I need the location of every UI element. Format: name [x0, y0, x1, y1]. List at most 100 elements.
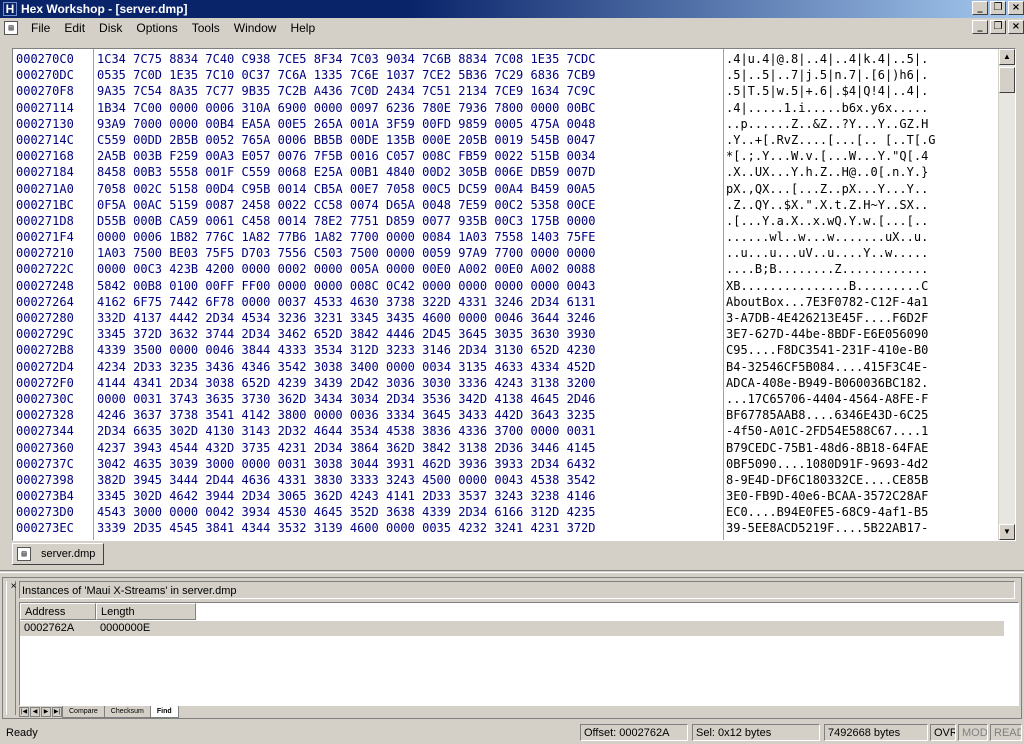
hex-row-bytes[interactable]: 8458 00B3 5558 001F C559 0068 E25A 00B1 … — [97, 164, 721, 180]
hex-row-ascii[interactable]: .4|u.4|@.8|..4|..4|k.4|..5|. — [726, 51, 996, 67]
results-title: Instances of 'Maui X-Streams' in server.… — [19, 581, 1015, 599]
hex-row-ascii[interactable]: 8-9E4D-DF6C180332CE....CE85B — [726, 472, 996, 488]
hex-row-bytes[interactable]: 1B34 7C00 0000 0006 310A 6900 0000 0097 … — [97, 100, 721, 116]
hex-row-ascii[interactable]: .X..UX...Y.h.Z..H@..0[.n.Y.} — [726, 164, 996, 180]
hex-row-ascii[interactable]: BF67785AAB8....6346E43D-6C25 — [726, 407, 996, 423]
hex-row-ascii[interactable]: B79CEDC-75B1-48d6-8B18-64FAE — [726, 440, 996, 456]
hex-row-bytes[interactable]: 4234 2D33 3235 3436 4346 3542 3038 3400 … — [97, 359, 721, 375]
hex-row-bytes[interactable]: 0000 0031 3743 3635 3730 362D 3434 3034 … — [97, 391, 721, 407]
restore-icon[interactable]: ❐ — [990, 1, 1006, 15]
hex-row-bytes[interactable]: 0000 0006 1B82 776C 1A82 77B6 1A82 7700 … — [97, 229, 721, 245]
hex-row-bytes[interactable]: 332D 4137 4442 2D34 4534 3236 3231 3345 … — [97, 310, 721, 326]
prev-tab-icon[interactable]: ◀ — [30, 707, 40, 717]
menu-file[interactable]: File — [24, 19, 57, 37]
hex-row-ascii[interactable]: XB...............B.........C — [726, 278, 996, 294]
hex-row-bytes[interactable]: 5842 00B8 0100 00FF FF00 0000 0000 008C … — [97, 278, 721, 294]
hex-row-ascii[interactable]: .5|T.5|w.5|+.6|.$4|Q!4|..4|. — [726, 83, 996, 99]
hex-editor[interactable]: 000270C0 000270DC 000270F8 00027114 00027130… — [12, 48, 1016, 541]
hex-row-bytes[interactable]: 1A03 7500 BE03 75F5 D703 7556 C503 7500 … — [97, 245, 721, 261]
scroll-thumb[interactable] — [999, 67, 1015, 93]
menu-tools[interactable]: Tools — [185, 19, 227, 37]
column-header-address[interactable]: Address — [20, 603, 96, 620]
menu-options[interactable]: Options — [129, 19, 184, 37]
hex-row-ascii[interactable]: ..p......Z..&Z..?Y...Y..GZ.H — [726, 116, 996, 132]
hex-row-ascii[interactable]: .5|..5|..7|j.5|n.7|.[6|)h6|. — [726, 67, 996, 83]
next-tab-icon[interactable]: ▶ — [41, 707, 51, 717]
hex-row-ascii[interactable]: ......wl..w...w.......uX..u. — [726, 229, 996, 245]
hex-row-bytes[interactable]: 382D 3945 3444 2D44 4636 4331 3830 3333 … — [97, 472, 721, 488]
doc-restore-icon[interactable]: ❐ — [990, 20, 1006, 34]
hex-row-ascii[interactable]: .4|.....1.i.....b6x.y6x..... — [726, 100, 996, 116]
hex-row-ascii[interactable]: -4f50-A01C-2FD54E588C67....1 — [726, 423, 996, 439]
scroll-down-icon[interactable]: ▼ — [999, 524, 1015, 540]
hex-row-ascii[interactable]: B4-32546CF5B084....415F3C4E- — [726, 359, 996, 375]
panel-grip[interactable]: × — [6, 581, 16, 715]
hex-row-bytes[interactable]: 2D34 6635 302D 4130 3143 2D32 4644 3534 … — [97, 423, 721, 439]
panel-close-icon[interactable]: × — [8, 582, 19, 593]
hex-row-ascii[interactable]: 0BF5090....1080D91F-9693-4d2 — [726, 456, 996, 472]
hex-row-ascii[interactable]: *[.;.Y...W.v.[...W...Y."Q[.4 — [726, 148, 996, 164]
hex-row-bytes[interactable]: 0535 7C0D 1E35 7C10 0C37 7C6A 1335 7C6E … — [97, 67, 721, 83]
hex-row-bytes[interactable]: 3339 2D35 4545 3841 4344 3532 3139 4600 … — [97, 520, 721, 536]
hex-row-ascii[interactable]: C95....F8DC3541-231F-410e-B0 — [726, 342, 996, 358]
title-bar: H Hex Workshop - [server.dmp] _ ❐ × — [0, 0, 1024, 18]
hex-row-bytes[interactable]: 3345 372D 3632 3744 2D34 3462 652D 3842 … — [97, 326, 721, 342]
hex-row-ascii[interactable]: 3E7-627D-44be-8BDF-E6E056090 — [726, 326, 996, 342]
result-row[interactable]: 0002762A 0000000E — [20, 621, 1004, 636]
vertical-scrollbar[interactable]: ▲ ▼ — [998, 49, 1015, 540]
document-icon[interactable]: ▤ — [4, 21, 18, 35]
minimize-icon[interactable]: _ — [972, 1, 988, 15]
ascii-column[interactable]: .4|u.4|@.8|..4|..4|k.4|..5|. .5|..5|..7|j… — [726, 51, 996, 537]
scroll-up-icon[interactable]: ▲ — [999, 49, 1015, 65]
close-icon[interactable]: × — [1008, 1, 1024, 15]
hex-row-ascii[interactable]: pX.,QX...[...Z..pX...Y...Y.. — [726, 181, 996, 197]
hex-row-ascii[interactable]: .Z..QY..$X.".X.t.Z.H~Y..SX.. — [726, 197, 996, 213]
hex-row-bytes[interactable]: 1C34 7C75 8834 7C40 C938 7CE5 8F34 7C03 … — [97, 51, 721, 67]
hex-row-ascii[interactable]: AboutBox...7E3F0782-C12F-4a1 — [726, 294, 996, 310]
hex-row-bytes[interactable]: 0000 00C3 423B 4200 0000 0002 0000 005A … — [97, 261, 721, 277]
hex-row-bytes[interactable]: 0F5A 00AC 5159 0087 2458 0022 CC58 0074 … — [97, 197, 721, 213]
hex-row-bytes[interactable]: 7058 002C 5158 00D4 C95B 0014 CB5A 00E7 … — [97, 181, 721, 197]
hex-row-bytes[interactable]: 4237 3943 4544 432D 3735 4231 2D34 3864 … — [97, 440, 721, 456]
hex-row-ascii[interactable]: EC0....B94E0FE5-68C9-4af1-B5 — [726, 504, 996, 520]
hex-row-ascii[interactable]: ....B;B........Z............ — [726, 261, 996, 277]
hex-row-bytes[interactable]: 93A9 7000 0000 00B4 EA5A 00E5 265A 001A … — [97, 116, 721, 132]
document-tab-server-dmp[interactable]: ▤ server.dmp — [12, 543, 104, 565]
menu-help[interactable]: Help — [283, 19, 322, 37]
last-tab-icon[interactable]: ▶| — [52, 707, 62, 717]
hex-column[interactable]: 1C34 7C75 8834 7C40 C938 7CE5 8F34 7C03 … — [97, 51, 721, 537]
hex-row-bytes[interactable]: 3042 4635 3039 3000 0000 0031 3038 3044 … — [97, 456, 721, 472]
doc-minimize-icon[interactable]: _ — [972, 20, 988, 34]
hex-row-ascii[interactable]: ADCA-408e-B949-B060036BC182. — [726, 375, 996, 391]
hex-row-bytes[interactable]: 4162 6F75 7442 6F78 0000 0037 4533 4630 … — [97, 294, 721, 310]
hex-row-bytes[interactable]: 4543 3000 0000 0042 3934 4530 4645 352D … — [97, 504, 721, 520]
tab-compare[interactable]: Compare — [62, 706, 105, 718]
tab-find[interactable]: Find — [149, 706, 179, 718]
hex-row-bytes[interactable]: 2A5B 003B F259 00A3 E057 0076 7F5B 0016 … — [97, 148, 721, 164]
hex-row-address: 0002729C — [16, 327, 74, 342]
hex-row-ascii[interactable]: 3E0-FB9D-40e6-BCAA-3572C28AF — [726, 488, 996, 504]
menu-disk[interactable]: Disk — [92, 19, 129, 37]
hex-row-ascii[interactable]: .Y..+[.RvZ....[...[.. [..T[.G — [726, 132, 996, 148]
menu-edit[interactable]: Edit — [57, 19, 92, 37]
hex-row-bytes[interactable]: 4144 4341 2D34 3038 652D 4239 3439 2D42 … — [97, 375, 721, 391]
hex-row-bytes[interactable]: 4339 3500 0000 0046 3844 4333 3534 312D … — [97, 342, 721, 358]
hex-row-bytes[interactable]: 3345 302D 4642 3944 2D34 3065 362D 4243 … — [97, 488, 721, 504]
hex-row-ascii[interactable]: 3-A7DB-4E426213E45F....F6D2F — [726, 310, 996, 326]
hex-row-ascii[interactable]: ..u...u...uV..u....Y..w..... — [726, 245, 996, 261]
hex-row-ascii[interactable]: ...17C65706-4404-4564-A8FE-F — [726, 391, 996, 407]
hex-workshop-app-icon[interactable]: H — [3, 2, 17, 16]
column-header-length[interactable]: Length — [96, 603, 196, 620]
hex-row-bytes[interactable]: C559 00DD 2B5B 0052 765A 0006 BB5B 00DE … — [97, 132, 721, 148]
doc-close-icon[interactable]: × — [1008, 20, 1024, 34]
hex-row-bytes[interactable]: D55B 000B CA59 0061 C458 0014 78E2 7751 … — [97, 213, 721, 229]
hex-row-ascii[interactable]: 39-5EE8ACD5219F....5B22AB17- — [726, 520, 996, 536]
menu-window[interactable]: Window — [227, 19, 284, 37]
first-tab-icon[interactable]: |◀ — [19, 707, 29, 717]
results-list[interactable]: Address Length 0002762A 0000000E — [19, 602, 1019, 706]
hex-row-bytes[interactable]: 9A35 7C54 8A35 7C77 9B35 7C2B A436 7C0D … — [97, 83, 721, 99]
hex-row-bytes[interactable]: 4246 3637 3738 3541 4142 3800 0000 0036 … — [97, 407, 721, 423]
pane-splitter[interactable] — [0, 570, 1024, 573]
tab-checksum[interactable]: Checksum — [103, 706, 151, 718]
hex-row-ascii[interactable]: .[...Y.a.X..x.wQ.Y.w.[...[.. — [726, 213, 996, 229]
